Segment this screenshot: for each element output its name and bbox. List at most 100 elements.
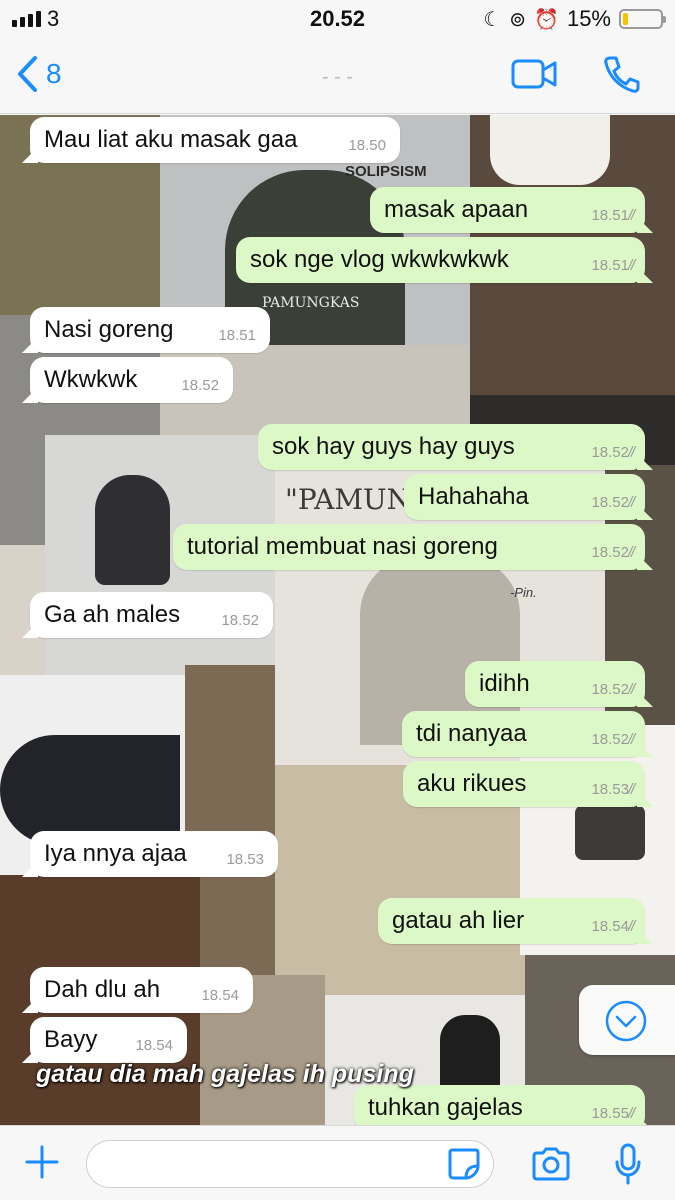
message-text: tuhkan gajelas bbox=[368, 1094, 523, 1121]
message-text: Bayy bbox=[44, 1026, 98, 1053]
message-text: Wkwkwk bbox=[44, 366, 138, 393]
scroll-to-bottom-button[interactable] bbox=[579, 985, 675, 1055]
outgoing-message-bubble[interactable]: masak apaan18.51 // bbox=[370, 187, 645, 233]
message-time: 18.54 bbox=[591, 918, 629, 935]
message-time: 18.51 bbox=[591, 257, 629, 274]
message-timestamp: 18.51 bbox=[218, 313, 256, 359]
rotation-lock-icon: ⊚ bbox=[509, 8, 527, 31]
message-timestamp: 18.52 // bbox=[591, 717, 638, 763]
message-text: Iya nnya ajaa bbox=[44, 840, 187, 867]
outgoing-message-bubble[interactable]: aku rikues18.53 // bbox=[403, 761, 645, 807]
video-camera-icon bbox=[511, 59, 557, 89]
wallpaper-photo bbox=[95, 475, 170, 585]
message-text: masak apaan bbox=[384, 196, 529, 223]
battery-percent: 15% bbox=[566, 6, 611, 31]
message-time: 18.52 bbox=[181, 377, 219, 394]
message-timestamp: 18.52 // bbox=[591, 667, 638, 713]
wallpaper-text: -Pin. bbox=[510, 585, 537, 600]
message-text: tdi nanyaa bbox=[416, 720, 527, 747]
message-timestamp: 18.53 // bbox=[591, 767, 638, 813]
message-timestamp: 18.52 // bbox=[591, 530, 638, 576]
outgoing-message-bubble[interactable]: idihh18.52 // bbox=[465, 661, 645, 707]
message-text: Hahahaha bbox=[418, 483, 529, 510]
message-text: sok nge vlog wkwkwkwk bbox=[250, 246, 509, 273]
voice-note-button[interactable] bbox=[614, 1142, 642, 1191]
message-time: 18.52 bbox=[591, 544, 629, 561]
composer-bar bbox=[0, 1125, 675, 1200]
message-timestamp: 18.50 bbox=[348, 123, 386, 169]
incoming-message-bubble[interactable]: Bayy 18.54 bbox=[30, 1017, 187, 1063]
sticker-icon bbox=[448, 1148, 480, 1180]
chevron-down-circle-icon bbox=[605, 1000, 647, 1042]
battery-icon bbox=[619, 9, 666, 29]
message-timestamp: 18.54 // bbox=[591, 904, 638, 950]
attach-button[interactable] bbox=[24, 1144, 60, 1185]
outgoing-message-bubble[interactable]: tdi nanyaa18.52 // bbox=[402, 711, 645, 757]
message-time: 18.52 bbox=[591, 494, 629, 511]
message-text: gatau ah lier bbox=[392, 907, 525, 934]
video-call-button[interactable] bbox=[510, 56, 558, 97]
message-time: 18.52 bbox=[591, 731, 629, 748]
message-time: 18.53 bbox=[591, 781, 629, 798]
message-text: aku rikues bbox=[417, 770, 527, 797]
message-time: 18.50 bbox=[348, 137, 386, 154]
message-timestamp: 18.52 // bbox=[591, 480, 638, 526]
alarm-icon: ⏰ bbox=[534, 8, 559, 31]
message-timestamp: 18.52 bbox=[221, 598, 259, 644]
message-text: idihh bbox=[479, 670, 530, 697]
chat-area[interactable]: SOLIPSISM PAMUNGKAS "PAMUN -Pin. Mau lia… bbox=[0, 115, 675, 1125]
contact-name[interactable]: - - - bbox=[0, 66, 675, 89]
status-bar: 3 20.52 ☾ ⊚ ⏰ 15% bbox=[0, 0, 675, 40]
message-time: 18.54 bbox=[201, 987, 239, 1004]
message-timestamp: 18.52 bbox=[181, 363, 219, 409]
camera-icon bbox=[532, 1147, 570, 1181]
voice-call-button[interactable] bbox=[602, 54, 640, 99]
message-timestamp: 18.55 // bbox=[591, 1091, 638, 1125]
wallpaper-text: "PAMUN bbox=[285, 483, 412, 516]
incoming-message-bubble[interactable]: Dah dlu ah 18.54 bbox=[30, 967, 253, 1013]
message-text: sok hay guys hay guys bbox=[272, 433, 515, 460]
message-text: Mau liat aku masak gaa bbox=[44, 126, 298, 153]
incoming-message-bubble[interactable]: Mau liat aku masak gaa 18.50 bbox=[30, 117, 400, 163]
outgoing-message-bubble[interactable]: Hahahaha18.52 // bbox=[404, 474, 645, 520]
incoming-message-bubble[interactable]: Ga ah males 18.52 bbox=[30, 592, 273, 638]
incoming-message-bubble[interactable]: Iya nnya ajaa 18.53 bbox=[30, 831, 278, 877]
wallpaper-photo bbox=[575, 805, 645, 860]
incoming-message-bubble[interactable]: Wkwkwk 18.52 bbox=[30, 357, 233, 403]
message-text: Dah dlu ah bbox=[44, 976, 161, 1003]
wallpaper-text: PAMUNGKAS bbox=[262, 295, 360, 311]
message-text: tutorial membuat nasi goreng bbox=[187, 533, 498, 560]
message-timestamp: 18.51 // bbox=[591, 243, 638, 289]
message-time: 18.51 bbox=[218, 327, 256, 344]
plus-icon bbox=[25, 1145, 59, 1179]
outgoing-message-bubble[interactable]: tuhkan gajelas 18.55 // bbox=[354, 1085, 645, 1125]
outgoing-message-bubble[interactable]: gatau ah lier18.54 // bbox=[378, 898, 645, 944]
message-timestamp: 18.53 bbox=[226, 837, 264, 883]
message-time: 18.51 bbox=[591, 207, 629, 224]
message-time: 18.52 bbox=[591, 681, 629, 698]
message-input[interactable] bbox=[86, 1140, 494, 1188]
message-time: 18.52 bbox=[591, 444, 629, 461]
message-timestamp: 18.54 bbox=[201, 973, 239, 1019]
message-time: 18.53 bbox=[226, 851, 264, 868]
message-time: 18.55 bbox=[591, 1105, 629, 1122]
message-timestamp: 18.51 // bbox=[591, 193, 638, 239]
sticker-button[interactable] bbox=[446, 1146, 482, 1187]
outgoing-message-bubble[interactable]: sok nge vlog wkwkwkwk18.51 // bbox=[236, 237, 645, 283]
wallpaper-photo bbox=[490, 115, 610, 185]
outgoing-message-bubble[interactable]: tutorial membuat nasi goreng18.52 // bbox=[173, 524, 645, 570]
message-time: 18.52 bbox=[221, 612, 259, 629]
phone-icon bbox=[604, 56, 640, 93]
message-time: 18.54 bbox=[135, 1037, 173, 1054]
message-text: Ga ah males bbox=[44, 601, 181, 628]
microphone-icon bbox=[615, 1143, 641, 1185]
moon-icon: ☾ bbox=[483, 8, 502, 31]
chat-header: 8 - - - bbox=[0, 40, 675, 114]
overlay-caption: gatau dia mah gajelas ih pusing bbox=[36, 1060, 414, 1088]
wallpaper-photo bbox=[0, 735, 180, 845]
incoming-message-bubble[interactable]: Nasi goreng 18.51 bbox=[30, 307, 270, 353]
message-timestamp: 18.52 // bbox=[591, 430, 638, 476]
outgoing-message-bubble[interactable]: sok hay guys hay guys18.52 // bbox=[258, 424, 645, 470]
message-text: Nasi goreng bbox=[44, 316, 174, 343]
camera-button[interactable] bbox=[530, 1146, 572, 1187]
